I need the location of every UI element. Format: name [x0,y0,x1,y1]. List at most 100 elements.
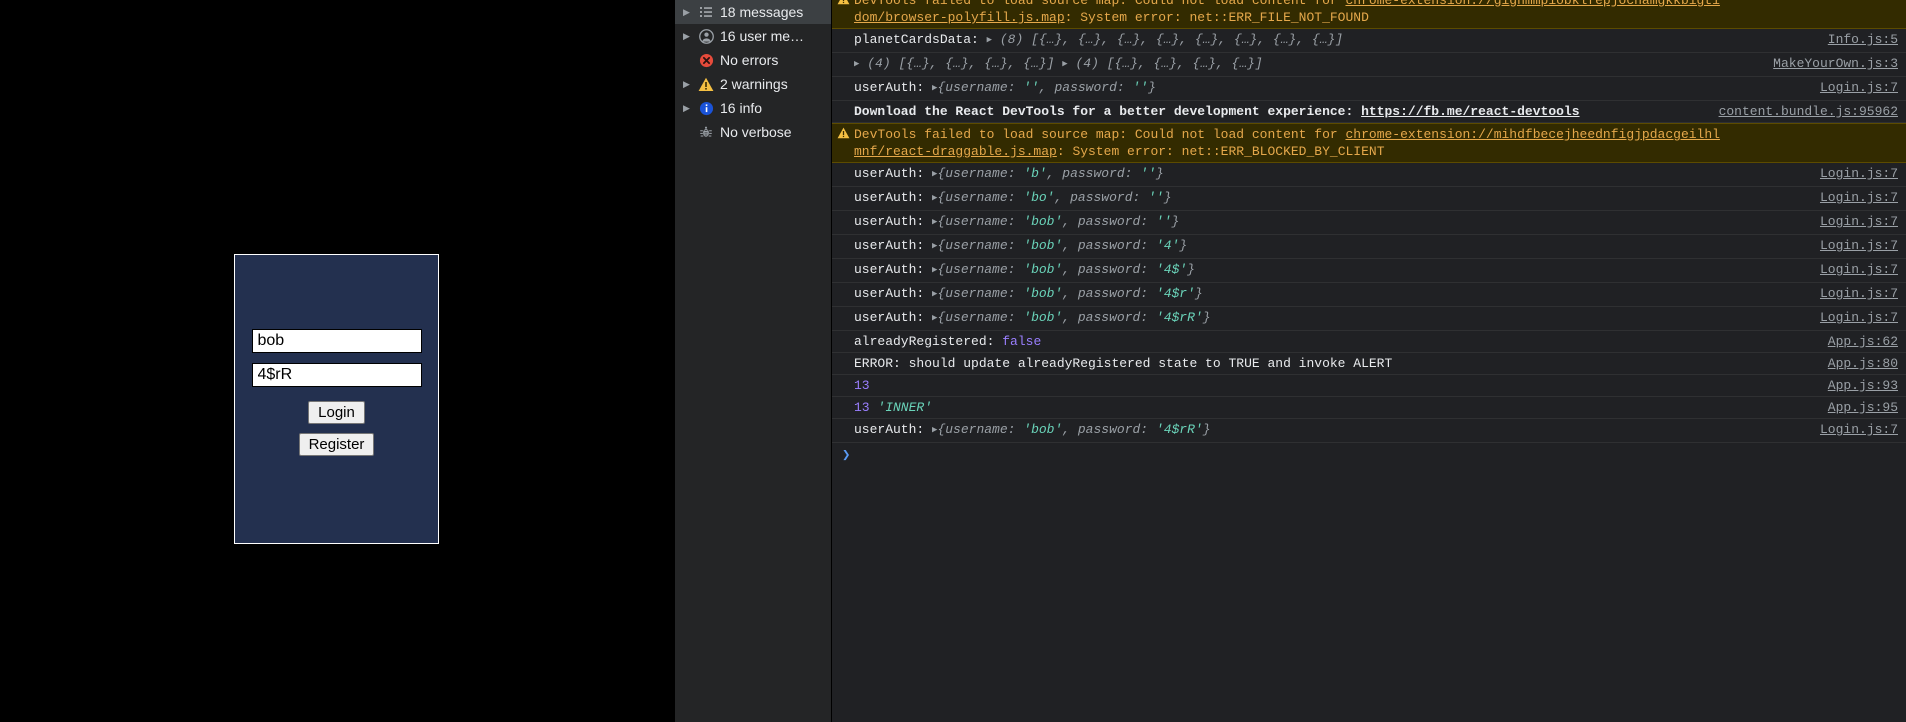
screen: Login Register ▶18 messages▶16 user me…▶… [0,0,1906,722]
console-row[interactable]: ▶ (4) [{…}, {…}, {…}, {…}] ▶ (4) [{…}, {… [832,53,1906,77]
sidebar-item-16-user-me[interactable]: ▶ 16 user me… [675,24,831,48]
console-source-link[interactable]: Login.js:7 [1820,189,1898,206]
sidebar-item-16-info[interactable]: ▶ 16 info [675,96,831,120]
console-message-text: planetCardsData: ▶ (8) [{…}, {…}, {…}, {… [832,31,1906,50]
console-row[interactable]: userAuth: ▶{username: 'bob', password: '… [832,283,1906,307]
sidebar-item-2-warnings[interactable]: ▶ 2 warnings [675,72,831,96]
expand-arrow-icon[interactable]: ▶ [932,190,937,207]
console-token: , password: [1046,166,1141,181]
console-message-text: ERROR: should update alreadyRegistered s… [832,355,1906,372]
console-row[interactable]: userAuth: ▶{username: 'bob', password: '… [832,259,1906,283]
expand-arrow-icon[interactable]: ▶ [932,166,937,183]
console-source-link[interactable]: Login.js:7 [1820,261,1898,278]
console-token: 'bo' [1023,190,1055,205]
console-message-text: alreadyRegistered: false [832,333,1906,350]
expand-arrow-icon[interactable]: ▶ [854,56,859,73]
console-token: false [1002,334,1042,349]
console-token: userAuth: [854,310,933,325]
console-row[interactable]: userAuth: ▶{username: 'b', password: ''}… [832,163,1906,187]
register-button[interactable]: Register [298,433,375,456]
console-source-link[interactable]: Login.js:7 [1820,421,1898,438]
console-token: 'bob' [1023,262,1063,277]
console-token: 'b' [1023,166,1047,181]
expand-arrow-icon[interactable]: ▶ [932,214,937,231]
console-prompt-row[interactable]: ❯ [832,443,1906,468]
console-token: : System error: net::ERR_BLOCKED_BY_CLIE… [1056,144,1385,159]
expand-arrow-icon[interactable]: ▶ [932,238,937,255]
sidebar-item-no-errors[interactable]: ▶No errors [675,48,831,72]
error-icon [695,53,717,68]
expand-arrow-icon[interactable]: ▶ [987,32,992,49]
console-source-link[interactable]: Login.js:7 [1820,309,1898,326]
console-source-link[interactable]: App.js:93 [1828,377,1898,394]
bug-icon [695,125,717,139]
console-token: } [1171,214,1180,229]
sidebar-item-label: No errors [720,52,779,68]
console-token: [{…}, {…}, {…}, {…}] [898,56,1063,71]
console-row[interactable]: 13 'INNER' App.js:95 [832,397,1906,419]
console-token: 'bob' [1023,422,1063,437]
expand-arrow-icon[interactable]: ▶ [932,422,937,439]
console-row[interactable]: 13 App.js:93 [832,375,1906,397]
sidebar-item-no-verbose[interactable]: ▶No verbose [675,120,831,144]
console-token: userAuth: [854,80,933,95]
console-source-link[interactable]: Login.js:7 [1820,213,1898,230]
expand-arrow-icon[interactable]: ▶ [932,80,937,97]
console-row[interactable]: planetCardsData: ▶ (8) [{…}, {…}, {…}, {… [832,29,1906,53]
console-source-link[interactable]: Info.js:5 [1828,31,1898,48]
console-token: } [1155,166,1164,181]
expand-triangle-icon[interactable]: ▶ [683,7,695,17]
console-row[interactable]: userAuth: ▶{username: 'bob', password: '… [832,211,1906,235]
console-row[interactable]: userAuth: ▶{username: 'bob', password: '… [832,307,1906,331]
console-source-link[interactable]: content.bundle.js:95962 [1719,103,1898,120]
console-source-link[interactable]: Login.js:7 [1820,79,1898,96]
console-link[interactable]: https://fb.me/react-devtools [1361,104,1579,119]
console-token: DevTools failed to load source map: Coul… [854,0,1346,8]
console-token: '4' [1155,238,1180,253]
console-token: userAuth: [854,238,933,253]
expand-triangle-icon[interactable]: ▶ [683,31,695,41]
console-row[interactable]: ERROR: should update alreadyRegistered s… [832,353,1906,375]
console-row[interactable]: DevTools failed to load source map: Coul… [832,0,1906,29]
console-message-list[interactable]: DevTools failed to load source map: Coul… [832,0,1906,711]
console-row[interactable]: alreadyRegistered: false App.js:62 [832,331,1906,353]
expand-triangle-icon[interactable]: ▶ [683,79,695,89]
expand-triangle-icon[interactable]: ▶ [683,103,695,113]
sidebar-item-label: No verbose [720,124,792,140]
prompt-chevron-icon: ❯ [842,448,851,464]
login-button[interactable]: Login [308,401,365,424]
console-source-link[interactable]: Login.js:7 [1820,165,1898,182]
console-message-text: 13 'INNER' [832,399,1906,416]
console-row[interactable]: userAuth: ▶{username: 'bo', password: ''… [832,187,1906,211]
console-token: [{…}, {…}, {…}, {…}] [1106,56,1263,71]
console-source-link[interactable]: MakeYourOwn.js:3 [1773,55,1898,72]
console-row[interactable]: DevTools failed to load source map: Coul… [832,123,1906,163]
console-token: {username: [937,214,1024,229]
expand-arrow-icon[interactable]: ▶ [932,310,937,327]
sidebar-item-label: 2 warnings [720,76,788,92]
console-token: } [1194,286,1203,301]
console-source-link[interactable]: Login.js:7 [1820,285,1898,302]
console-token: , password: [1062,286,1156,301]
console-token: '4$rR' [1155,310,1203,325]
sidebar-item-18-messages[interactable]: ▶ 18 messages [675,0,831,24]
login-card: Login Register [234,254,439,544]
console-token: , password: [1054,190,1149,205]
expand-arrow-icon[interactable]: ▶ [1062,56,1067,73]
username-input[interactable] [251,329,422,353]
console-token: , password: [1038,80,1133,95]
password-input[interactable] [251,363,422,387]
expand-arrow-icon[interactable]: ▶ [932,262,937,279]
console-row[interactable]: userAuth: ▶{username: 'bob', password: '… [832,235,1906,259]
console-source-link[interactable]: Login.js:7 [1820,237,1898,254]
console-row[interactable]: userAuth: ▶{username: 'bob', password: '… [832,419,1906,443]
console-row[interactable]: userAuth: ▶{username: '', password: ''} L… [832,77,1906,101]
user-icon [695,28,717,44]
console-token: userAuth: [854,214,933,229]
console-source-link[interactable]: App.js:95 [1828,399,1898,416]
console-row[interactable]: Download the React DevTools for a better… [832,101,1906,123]
expand-arrow-icon[interactable]: ▶ [932,286,937,303]
console-token: '' [1155,214,1172,229]
console-source-link[interactable]: App.js:62 [1828,333,1898,350]
console-source-link[interactable]: App.js:80 [1828,355,1898,372]
